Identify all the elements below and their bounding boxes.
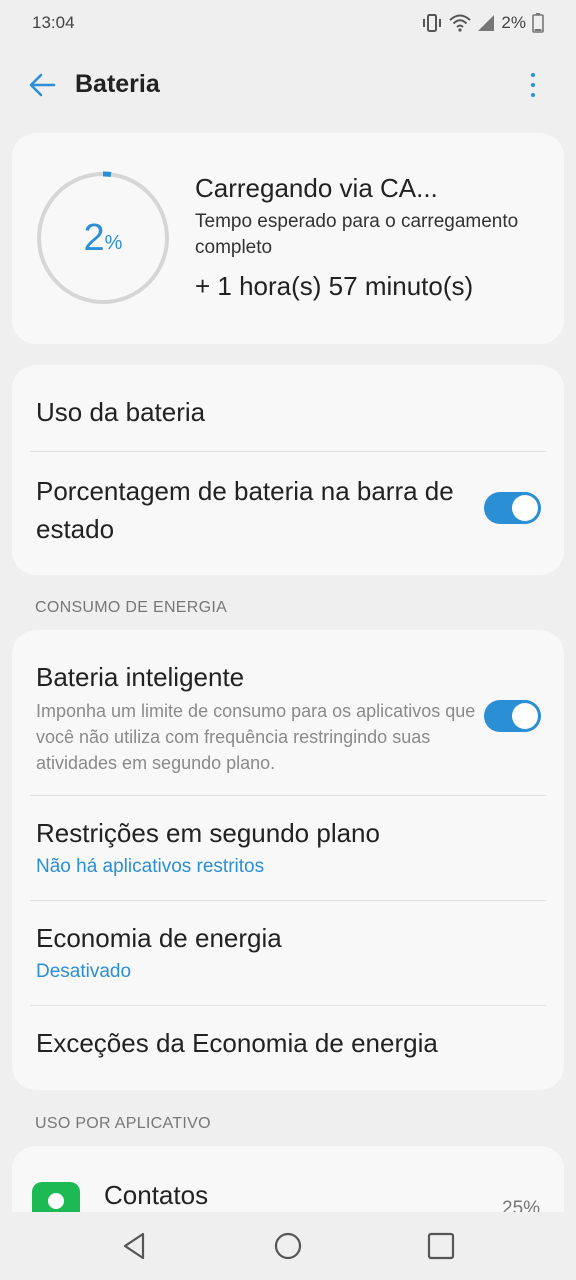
battery-percent-readout: 2 %	[36, 171, 170, 305]
divider	[30, 795, 546, 796]
divider	[30, 900, 546, 901]
background-restrictions-item[interactable]: Restrições em segundo plano	[36, 818, 380, 849]
power-saving-exceptions-item[interactable]: Exceções da Economia de energia	[36, 1028, 438, 1059]
section-header-app-usage: USO POR APLICATIVO	[35, 1115, 211, 1132]
nav-back-icon[interactable]	[117, 1228, 153, 1264]
wifi-icon	[449, 14, 472, 32]
divider	[30, 451, 546, 452]
charging-card: 2 % Carregando via CA... Tempo esperado …	[12, 133, 564, 344]
charging-subtitle: Tempo esperado para o carregamento compl…	[195, 211, 519, 258]
app-name: Contatos	[104, 1180, 209, 1210]
page-title: Bateria	[75, 70, 160, 98]
status-time: 13:04	[32, 13, 75, 32]
section-header-energy: CONSUMO DE ENERGIA	[35, 599, 228, 616]
battery-percentage-toggle[interactable]	[484, 492, 541, 524]
battery-icon	[532, 13, 544, 33]
more-options-icon[interactable]	[516, 68, 550, 102]
vibrate-icon	[423, 14, 442, 32]
energy-settings-card: Bateria inteligente Imponha um limite de…	[12, 630, 564, 1090]
back-arrow-icon[interactable]	[26, 69, 60, 101]
app-bar: Bateria	[0, 56, 576, 114]
divider	[30, 1005, 546, 1006]
signal-icon	[478, 15, 495, 31]
battery-usage-item[interactable]: Uso da bateria	[36, 397, 205, 428]
background-restrictions-status: Não há aplicativos restritos	[36, 856, 265, 877]
battery-settings-card: Uso da bateria Porcentagem de bateria na…	[12, 365, 564, 575]
battery-percent-unit: %	[104, 231, 123, 254]
smart-battery-description: Imponha um limite de consumo para os apl…	[36, 701, 476, 773]
charging-title: Carregando via CA...	[195, 173, 438, 203]
charging-time-left: + 1 hora(s) 57 minuto(s)	[195, 271, 474, 301]
battery-percentage-statusbar-item[interactable]: Porcentagem de bateria na barra de estad…	[36, 472, 466, 548]
power-saving-status: Desativado	[36, 961, 132, 982]
toggle-knob	[512, 495, 538, 521]
navigation-bar	[0, 1212, 576, 1280]
nav-recents-icon[interactable]	[423, 1228, 459, 1264]
smart-battery-toggle[interactable]	[484, 700, 541, 732]
nav-home-icon[interactable]	[270, 1228, 306, 1264]
status-bar: 13:04 2%	[0, 0, 576, 46]
battery-percent-value: 2	[83, 216, 105, 259]
smart-battery-item[interactable]: Bateria inteligente	[36, 662, 244, 693]
status-battery-percent: 2%	[501, 13, 526, 32]
power-saving-item[interactable]: Economia de energia	[36, 923, 282, 954]
toggle-knob	[512, 703, 538, 729]
status-icons: 2%	[421, 13, 544, 33]
